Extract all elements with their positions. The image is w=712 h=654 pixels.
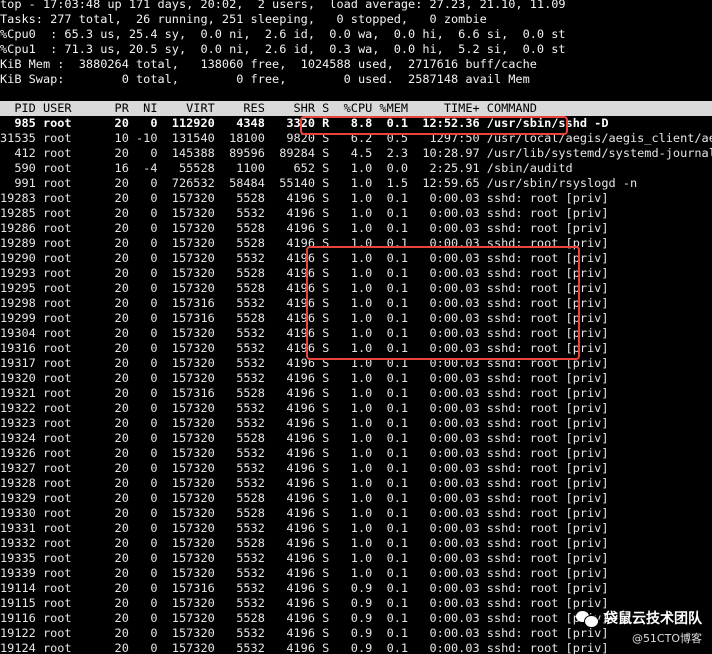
watermark-sub: @51CTO博客: [631, 632, 702, 645]
table-row: 19329 root 20 0 157320 5528 4196 S 1.0 0…: [0, 491, 609, 505]
wechat-icon: [576, 609, 599, 628]
table-row: 19322 root 20 0 157320 5532 4196 S 1.0 0…: [0, 401, 609, 415]
table-row: 19326 root 20 0 157320 5532 4196 S 1.0 0…: [0, 446, 609, 460]
watermark-brand: 袋鼠云技术团队: [604, 611, 702, 627]
table-row: 19285 root 20 0 157320 5532 4196 S 1.0 0…: [0, 206, 609, 220]
table-row: 19330 root 20 0 157320 5528 4196 S 1.0 0…: [0, 506, 609, 520]
table-row: 412 root 20 0 145388 89596 89284 S 4.5 2…: [0, 146, 712, 160]
table-row: 19321 root 20 0 157316 5528 4196 S 1.0 0…: [0, 386, 609, 400]
highlight-box-sshd: [300, 116, 568, 135]
table-row: 19339 root 20 0 157320 5532 4196 S 1.0 0…: [0, 566, 609, 580]
table-row: 19324 root 20 0 157320 5528 4196 S 1.0 0…: [0, 431, 609, 445]
highlight-box-priv: [306, 246, 580, 360]
watermark: 袋鼠云技术团队 @51CTO博客: [576, 608, 702, 646]
table-row: 991 root 20 0 726532 58484 55140 S 1.0 1…: [0, 176, 638, 190]
table-row: 19332 root 20 0 157320 5528 4196 S 1.0 0…: [0, 536, 609, 550]
table-row: 19286 root 20 0 157320 5528 4196 S 1.0 0…: [0, 221, 609, 235]
table-row: 19323 root 20 0 157320 5532 4196 S 1.0 0…: [0, 416, 609, 430]
summary-line: %Cpu0 : 65.3 us, 25.4 sy, 0.0 ni, 2.6 id…: [0, 27, 566, 41]
summary-line: Tasks: 277 total, 26 running, 251 sleepi…: [0, 12, 487, 26]
table-row: 590 root 16 -4 55528 1100 652 S 1.0 0.0 …: [0, 161, 573, 175]
summary-line: KiB Mem : 3880264 total, 138060 free, 10…: [0, 57, 537, 71]
summary-line: %Cpu1 : 71.3 us, 20.5 sy, 0.0 ni, 2.6 id…: [0, 42, 566, 56]
summary-line: KiB Swap: 0 total, 0 free, 0 used. 25871…: [0, 72, 530, 86]
column-header: PID USER PR NI VIRT RES SHR S %CPU %MEM …: [0, 101, 712, 116]
table-row: 19114 root 20 0 157316 5532 4196 S 0.9 0…: [0, 581, 609, 595]
table-row: 19331 root 20 0 157320 5532 4196 S 1.0 0…: [0, 521, 609, 535]
table-row: 19327 root 20 0 157320 5532 4196 S 1.0 0…: [0, 461, 609, 475]
terminal-window: top - 17:03:48 up 171 days, 20:02, 2 use…: [0, 0, 712, 654]
table-row: 19328 root 20 0 157320 5532 4196 S 1.0 0…: [0, 476, 609, 490]
summary-line: top - 17:03:48 up 171 days, 20:02, 2 use…: [0, 0, 566, 11]
table-row: 19335 root 20 0 157320 5532 4196 S 1.0 0…: [0, 551, 609, 565]
table-row: 19283 root 20 0 157320 5528 4196 S 1.0 0…: [0, 191, 609, 205]
table-row: 19320 root 20 0 157320 5532 4196 S 1.0 0…: [0, 371, 609, 385]
